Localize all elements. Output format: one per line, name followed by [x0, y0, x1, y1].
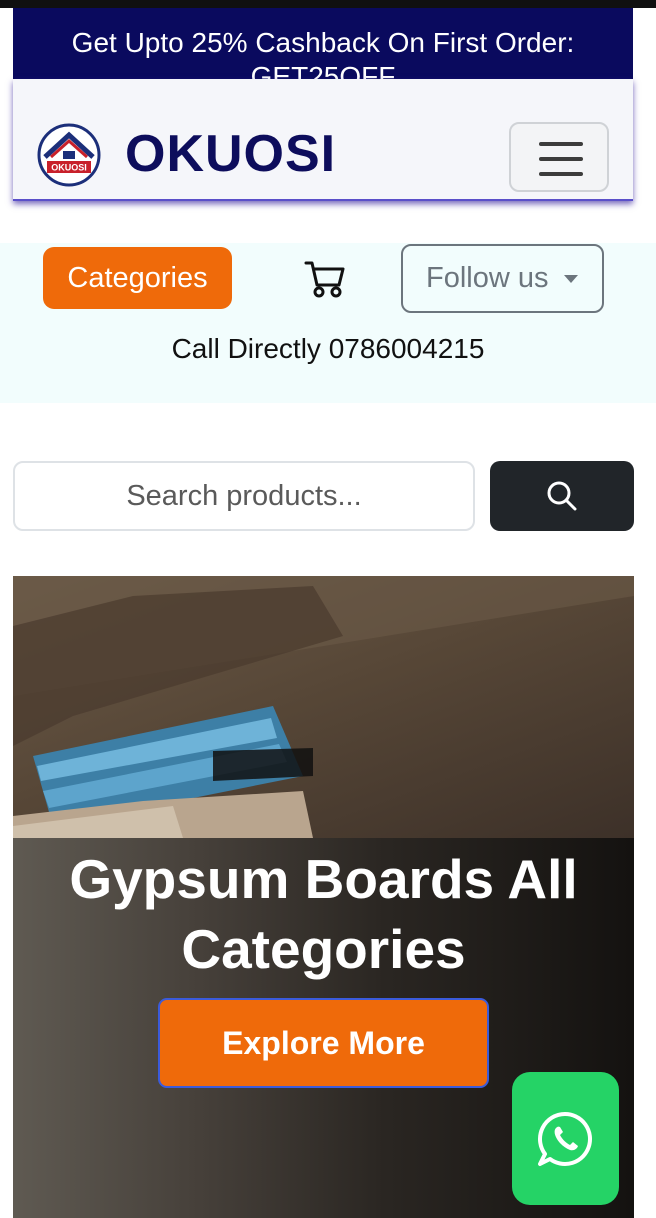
hamburger-menu-button[interactable]: [509, 122, 609, 192]
logo-icon[interactable]: OKUOSI: [37, 123, 101, 187]
cart-icon[interactable]: [304, 259, 346, 299]
whatsapp-icon: [538, 1112, 592, 1166]
call-directly-text[interactable]: Call Directly 0786004215: [0, 333, 656, 365]
toolbar: Categories Follow us Call Directly 07860…: [0, 243, 656, 403]
status-bar-edge: [0, 0, 656, 8]
search-icon: [547, 481, 577, 511]
promo-banner: Get Upto 25% Cashback On First Order: GE…: [13, 8, 633, 80]
brand-name[interactable]: OKUOSI: [125, 123, 336, 185]
promo-text: Get Upto 25% Cashback On First Order: GE…: [71, 27, 575, 80]
logo-text: OKUOSI: [51, 163, 87, 173]
hero-caption: Gypsum Boards All Categories: [69, 848, 578, 980]
explore-more-button[interactable]: Explore More: [158, 998, 489, 1088]
hamburger-menu-icon: [539, 142, 583, 146]
follow-us-label: Follow us: [426, 262, 549, 294]
navbar: OKUOSI OKUOSI: [13, 79, 633, 201]
follow-us-dropdown[interactable]: Follow us: [401, 244, 604, 313]
hero-image-gypsum-boards: [13, 576, 634, 838]
chevron-down-icon: [564, 275, 578, 283]
search-input[interactable]: [13, 461, 475, 531]
whatsapp-button[interactable]: [512, 1072, 619, 1205]
categories-button[interactable]: Categories: [43, 247, 232, 309]
search-button[interactable]: [490, 461, 634, 531]
